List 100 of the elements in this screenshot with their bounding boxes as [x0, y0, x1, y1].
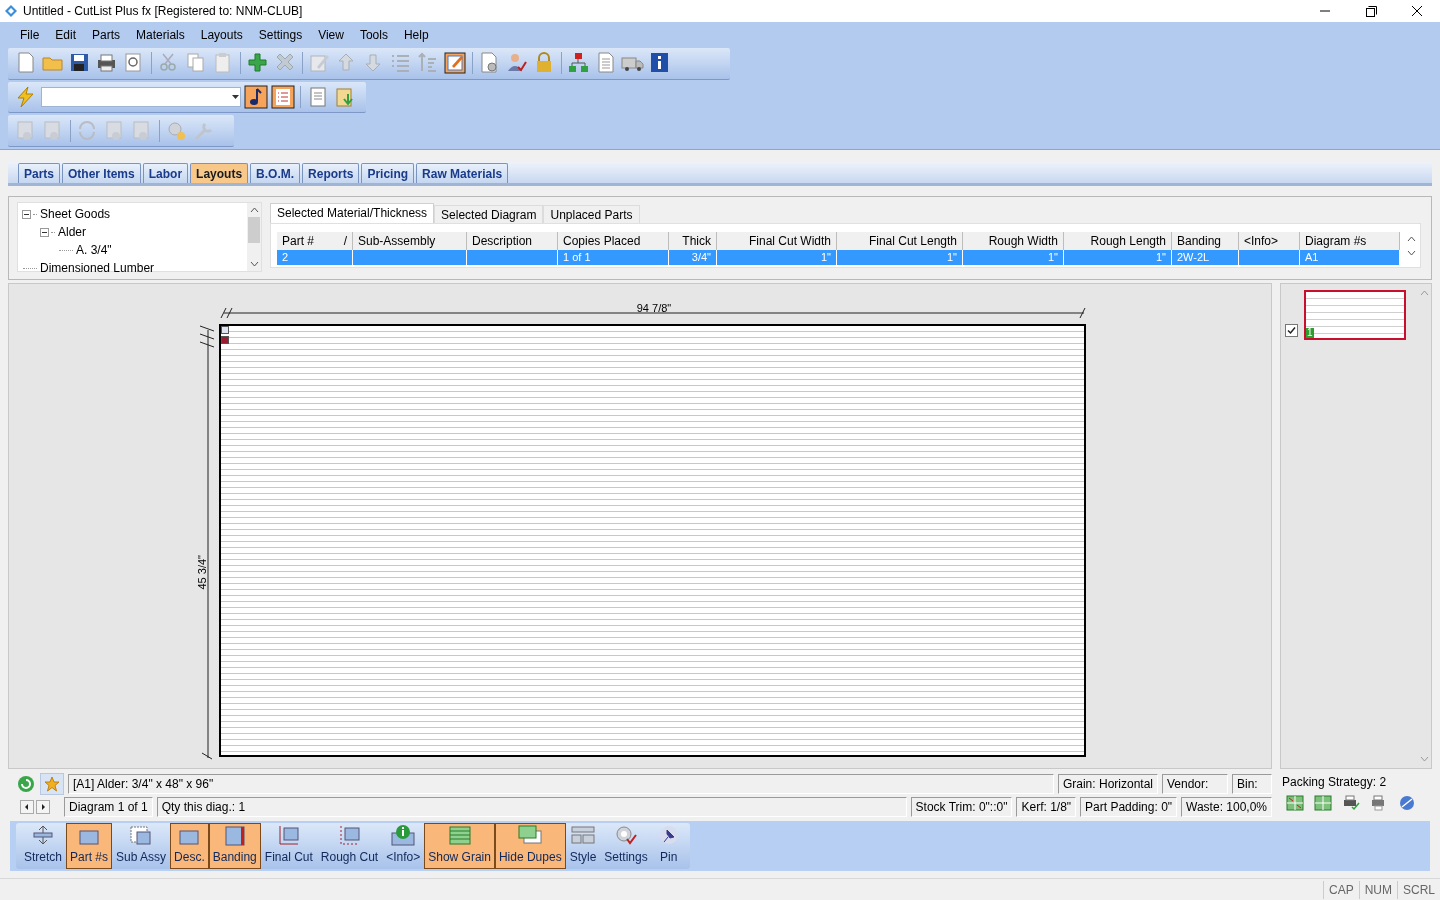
menu-item[interactable]: Settings: [250, 23, 311, 46]
toolbar-toggle-button[interactable]: <Info>: [382, 823, 425, 869]
column-header[interactable]: Final Cut Width: [717, 232, 837, 250]
menu-item[interactable]: View: [310, 23, 352, 46]
menu-item[interactable]: Parts: [84, 23, 129, 46]
toolbar-toggle-button[interactable]: Rough Cut: [316, 823, 383, 869]
column-header[interactable]: Thick: [669, 232, 717, 250]
tab[interactable]: Layouts: [190, 163, 249, 183]
column-header[interactable]: Description: [467, 232, 558, 250]
menu-item[interactable]: Edit: [47, 23, 85, 46]
tree-item[interactable]: Alder: [58, 223, 86, 241]
tab[interactable]: Labor: [142, 163, 189, 183]
toolbar-toggle-button[interactable]: Desc.: [170, 823, 209, 869]
grid-icon[interactable]: [1286, 795, 1304, 811]
column-header[interactable]: Sub-Assembly: [353, 232, 467, 250]
stretch-icon: [30, 824, 56, 846]
favorite-button[interactable]: [40, 773, 64, 795]
dimension-label: 45 3/4": [195, 555, 209, 590]
tree-item[interactable]: Dimensioned Lumber: [40, 259, 155, 277]
tab[interactable]: Raw Materials: [416, 163, 509, 183]
toolbar-toggle-button[interactable]: Banding: [208, 823, 261, 869]
scrollbar[interactable]: [247, 203, 261, 271]
toolbar-toggle-button[interactable]: Stretch: [20, 823, 66, 869]
edit-icon[interactable]: [443, 51, 467, 76]
toolbar-toggle-button[interactable]: Settings: [600, 823, 652, 869]
stacked-rectangles-icon: [517, 824, 544, 846]
menu-item[interactable]: Layouts: [192, 23, 251, 46]
info-field: Stock Trim: 0"::0": [910, 797, 1013, 817]
packing-strategy-label: Packing Strategy: 2: [1282, 774, 1388, 791]
gear-icon: [613, 824, 639, 846]
column-header[interactable]: Diagram #s: [1300, 232, 1400, 250]
toolbar-toggle-button[interactable]: Part #s: [66, 823, 113, 869]
toolbar-toggle-button[interactable]: Hide Dupes: [494, 823, 566, 869]
status-indicator: SCRL: [1397, 880, 1440, 899]
info-field: Qty this diag.: 1: [156, 797, 907, 817]
status-indicator: CAP: [1322, 880, 1359, 899]
menu-item[interactable]: Materials: [128, 23, 193, 46]
info-icon: [390, 824, 417, 846]
thumbnail-number: 1: [1306, 328, 1314, 338]
tab[interactable]: Other Items: [62, 163, 141, 183]
column-header[interactable]: Rough Length: [1064, 232, 1172, 250]
check-icon: [1287, 325, 1296, 335]
layout-icon: [570, 824, 596, 846]
previous-icon[interactable]: [20, 800, 34, 814]
info-field: Diagram 1 of 1: [64, 797, 153, 817]
music-note-icon[interactable]: [244, 84, 268, 109]
info-field: Bin:: [1232, 774, 1272, 794]
checkbox[interactable]: [1285, 323, 1298, 337]
menu-item[interactable]: File: [12, 23, 48, 46]
column-header[interactable]: Banding: [1172, 232, 1239, 250]
tree-item[interactable]: Sheet Goods: [40, 205, 111, 223]
star-icon: [44, 776, 60, 792]
tab[interactable]: B.O.M.: [250, 163, 301, 183]
menu-item[interactable]: Tools: [351, 23, 396, 46]
tab[interactable]: Unplaced Parts: [543, 205, 640, 223]
status-indicator: NUM: [1358, 880, 1397, 899]
info-field: Grain: Horizontal: [1057, 774, 1158, 794]
table-cell: A1: [1305, 250, 1319, 265]
table-cell: 1": [820, 250, 831, 265]
collapse-icon[interactable]: [40, 227, 49, 237]
tab[interactable]: Reports: [302, 163, 360, 183]
toolbar-toggle-button[interactable]: Sub Assy: [112, 823, 171, 869]
info-field: Kerf: 1/8": [1016, 797, 1077, 817]
table-cell: 1": [946, 250, 957, 265]
window-title: Untitled - CutList Plus fx [Registered to: NNM-CLUB]: [23, 3, 303, 20]
app-logo-icon: [4, 4, 18, 18]
info-field: [A1] Alder: 3/4" x 48" x 96": [68, 774, 1054, 794]
grain-lines-icon: [446, 824, 473, 846]
info-field: Vendor:: [1162, 774, 1228, 794]
info-field: Waste: 100,0%: [1181, 797, 1272, 817]
toolbar-toggle-button[interactable]: Pin: [651, 823, 686, 869]
collapse-icon[interactable]: [22, 209, 31, 219]
column-header[interactable]: <Info>: [1239, 232, 1300, 250]
toolbar-toggle-button[interactable]: Style: [565, 823, 601, 869]
checklist-icon[interactable]: [271, 84, 295, 109]
tab[interactable]: Pricing: [361, 163, 415, 183]
tree-item[interactable]: A. 3/4": [76, 241, 112, 259]
table-cell: 1": [1047, 250, 1058, 265]
next-icon[interactable]: [36, 800, 50, 814]
toolbar-toggle-button[interactable]: Final Cut: [260, 823, 317, 869]
grid-icon[interactable]: [1314, 795, 1332, 811]
table-cell: 2: [282, 250, 289, 265]
column-header[interactable]: Rough Width: [963, 232, 1064, 250]
column-header[interactable]: Part # /: [277, 232, 353, 250]
table-cell: 3/4": [691, 250, 711, 265]
column-header[interactable]: Final Cut Length: [837, 232, 963, 250]
tab[interactable]: Selected Diagram: [434, 205, 544, 223]
table-cell: 2W-2L: [1177, 250, 1210, 265]
dimension-label: 94 7/8": [636, 301, 672, 316]
table-cell: 1 of 1: [563, 250, 591, 265]
refresh-icon[interactable]: [16, 774, 36, 794]
sort-indicator: /: [343, 233, 347, 250]
tab[interactable]: Parts: [18, 163, 61, 183]
column-header[interactable]: Copies Placed: [558, 232, 669, 250]
table-cell: 1": [1155, 250, 1166, 265]
printer-icon[interactable]: [1342, 795, 1360, 811]
tab[interactable]: Selected Material/Thickness: [270, 203, 435, 223]
info-field: Part Padding: 0": [1080, 797, 1178, 817]
menu-item[interactable]: Help: [395, 23, 437, 46]
toolbar-toggle-button[interactable]: Show Grain: [424, 823, 495, 869]
